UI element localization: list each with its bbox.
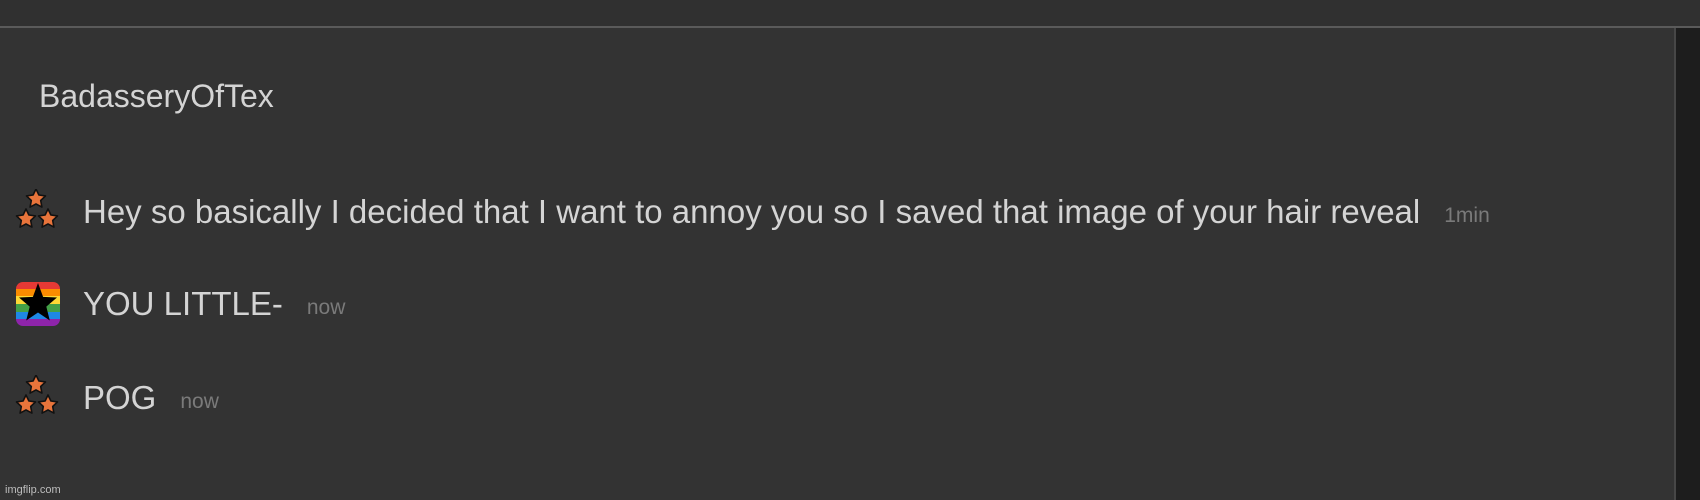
message-text: Hey so basically I decided that I want t…: [83, 193, 1421, 230]
message-text: YOU LITTLE-: [83, 285, 283, 322]
message-timestamp: 1min: [1444, 204, 1490, 227]
scrollbar[interactable]: [1674, 28, 1700, 500]
message-row: YOU LITTLE- now: [15, 280, 345, 328]
message-row: Hey so basically I decided that I want t…: [15, 188, 1490, 236]
watermark: imgflip.com: [5, 484, 61, 496]
chat-title: BadasseryOfTex: [39, 78, 274, 114]
message-timestamp: now: [180, 390, 219, 413]
top-bar: [0, 0, 1700, 28]
rainbow-star-icon[interactable]: [15, 281, 61, 327]
message-row: POG now: [15, 374, 219, 422]
message-text: POG: [83, 379, 157, 416]
three-stars-icon[interactable]: [15, 375, 61, 421]
message-timestamp: now: [306, 296, 346, 319]
three-stars-icon[interactable]: [15, 189, 61, 235]
